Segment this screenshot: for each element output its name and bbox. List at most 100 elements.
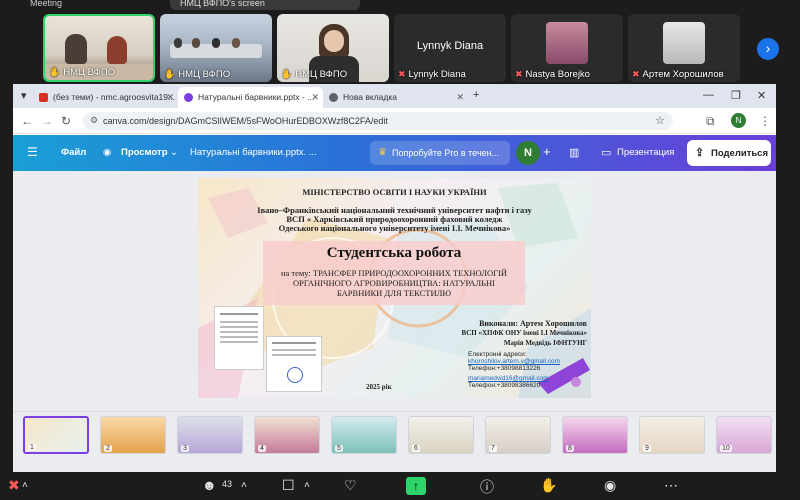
address-bar-row: ← → ↻ ⚙ canva.com/design/DAGmCSlIWEM/5sF…: [13, 108, 776, 134]
chevron-up-icon[interactable]: ˄: [241, 480, 247, 491]
view-menu[interactable]: Просмотр: [121, 147, 168, 158]
tab-canva[interactable]: Натуральні барвники.pptx - ... ✕: [178, 87, 323, 108]
reload-icon[interactable]: ↻: [61, 114, 71, 128]
next-participants-button[interactable]: ›: [757, 38, 779, 60]
participant-name: НМЦ ВФПО: [295, 69, 348, 80]
participant-name: НМЦ ВФПО: [63, 67, 116, 78]
slide-thumbnail[interactable]: 7: [485, 416, 551, 454]
file-menu[interactable]: Файл: [61, 147, 86, 158]
insights-chart-icon[interactable]: ▥: [569, 146, 579, 159]
close-tab-icon[interactable]: ✕: [456, 92, 464, 103]
slide-thumbnail[interactable]: 10: [716, 416, 772, 454]
chevron-down-icon[interactable]: ⌄: [170, 147, 178, 158]
meeting-top-bar: Meeting НМЦ ВФПО's screen: [0, 0, 800, 12]
meeting-title: Meeting: [30, 0, 63, 8]
share-upload-icon: ⇪: [695, 147, 705, 159]
back-icon[interactable]: ←: [21, 114, 33, 128]
chat-icon[interactable]: ☐: [282, 477, 295, 494]
participant-display-name: Lynnyk Diana: [416, 40, 484, 52]
browser-window: ▾ (без теми) - nmc.agroosvita19... ✕ Нат…: [13, 84, 776, 472]
chrome-icon: [329, 93, 338, 102]
close-window-icon[interactable]: ✕: [757, 89, 766, 102]
slide-thumbnail[interactable]: 4: [254, 416, 320, 454]
title-box: Студентська робота на тему: ТРАНСФЕР ПРИ…: [263, 241, 525, 305]
avatar: [546, 22, 588, 64]
email-link[interactable]: mariamedvid16@gmail.com: [468, 375, 549, 382]
authors-line: Виконали: Артем Хорошилов: [479, 319, 587, 328]
tab-bar: ▾ (без теми) - nmc.agroosvita19... ✕ Нат…: [13, 84, 776, 108]
slide-thumbnail[interactable]: 8: [562, 416, 628, 454]
participants-count: 43: [222, 479, 233, 489]
add-collaborator-icon[interactable]: +: [543, 144, 551, 159]
participant-tile-1[interactable]: ✋ НМЦ ВФПО: [43, 14, 155, 82]
participant-name: Nastya Borejko: [525, 69, 590, 80]
close-tab-icon[interactable]: ✕: [311, 92, 319, 103]
canva-icon: [184, 93, 193, 102]
gmail-icon: [39, 93, 48, 102]
design-canvas[interactable]: МІНІСТЕРСТВО ОСВІТИ І НАУКИ УКРАЇНИ Іван…: [13, 171, 776, 411]
forward-icon[interactable]: →: [41, 114, 53, 128]
avatar: [663, 22, 705, 64]
record-icon[interactable]: ◉: [604, 477, 616, 494]
profile-avatar[interactable]: N: [731, 113, 746, 128]
slide-filmstrip: 1 2 3 4 5 6 7 8 9 10: [13, 411, 776, 472]
participant-tile-3[interactable]: ✋ НМЦ ВФПО: [277, 14, 389, 82]
pin-icon: ✋: [164, 69, 176, 79]
share-button[interactable]: ⇪ Поделиться: [687, 140, 771, 166]
document-name[interactable]: Натуральні барвники.pptx. ...: [190, 147, 317, 158]
hamburger-menu-icon[interactable]: ☰: [27, 145, 38, 159]
subtitle-line: на тему: ТРАНСФЕР ПРИРОДООХОРОННИХ ТЕХНО…: [280, 268, 508, 278]
slide-title: Студентська робота: [326, 245, 462, 261]
email-link[interactable]: khoroshilov.artem.v@gmail.com: [468, 358, 560, 365]
chevron-up-icon[interactable]: ˄: [304, 480, 310, 491]
author-organization: ВСП «ХПФК ОНУ імені І.І Мечнікова»: [461, 329, 587, 337]
reactions-heart-icon[interactable]: ♡: [344, 477, 357, 494]
certificate-image: [266, 336, 322, 392]
share-screen-button[interactable]: ↑: [406, 477, 426, 495]
participants-icon[interactable]: ☻: [202, 477, 217, 493]
odesa-line: Одеського національного університету іме…: [278, 223, 511, 233]
chevron-up-icon[interactable]: ˄: [22, 480, 28, 491]
site-info-icon[interactable]: ⚙: [90, 115, 98, 126]
slide-thumbnail[interactable]: 9: [639, 416, 705, 454]
bookmark-star-icon[interactable]: ☆: [655, 114, 665, 127]
mic-muted-icon: ✖: [632, 69, 640, 79]
eye-icon: ◉: [103, 147, 112, 158]
present-icon[interactable]: ▭: [601, 146, 611, 159]
new-tab-icon[interactable]: +: [473, 89, 479, 101]
slide-year: 2025 рік: [366, 383, 392, 391]
slide-thumbnail[interactable]: 5: [331, 416, 397, 454]
user-avatar[interactable]: N: [516, 141, 540, 165]
more-options-icon[interactable]: ⋯: [664, 477, 678, 494]
restore-icon[interactable]: ❐: [731, 89, 741, 102]
mic-muted-icon: ✖: [515, 69, 523, 79]
menu-dots-icon[interactable]: ⋮: [759, 114, 771, 128]
screen-share-banner[interactable]: НМЦ ВФПО's screen: [170, 0, 360, 10]
tab-gmail[interactable]: (без теми) - nmc.agroosvita19... ✕: [33, 87, 178, 108]
try-pro-button[interactable]: ♛ Попробуйте Pro в течен...: [370, 141, 510, 165]
mic-muted-icon[interactable]: ✖: [8, 477, 20, 494]
close-tab-icon[interactable]: ✕: [166, 92, 174, 103]
slide-thumbnail[interactable]: 3: [177, 416, 243, 454]
slide-thumbnail[interactable]: 2: [100, 416, 166, 454]
tab-list-icon[interactable]: ▾: [21, 89, 27, 102]
email-label: Електронні адреси:: [468, 351, 527, 358]
slide-thumbnail[interactable]: 6: [408, 416, 474, 454]
participant-name: Lynnyk Diana: [408, 69, 466, 80]
canva-toolbar: ☰ Файл ◉ Просмотр ⌄ Натуральні барвники.…: [13, 135, 776, 171]
scanned-document-image: [214, 306, 264, 370]
participant-tile-5[interactable]: ✖ Nastya Borejko: [511, 14, 623, 82]
info-icon[interactable]: ⓘ: [480, 477, 494, 497]
minimize-icon[interactable]: —: [703, 89, 714, 101]
slide-1[interactable]: МІНІСТЕРСТВО ОСВІТИ І НАУКИ УКРАЇНИ Іван…: [198, 178, 591, 398]
present-button[interactable]: Презентация: [617, 147, 674, 158]
participant-tile-2[interactable]: ✋ НМЦ ВФПО: [160, 14, 272, 82]
tab-new[interactable]: Нова вкладка ✕: [323, 87, 468, 108]
extensions-icon[interactable]: ⧉: [706, 114, 715, 129]
participant-tile-6[interactable]: ✖ Артем Хорошилов: [628, 14, 740, 82]
hand-raise-icon[interactable]: ✋: [540, 477, 557, 494]
pin-icon: ✋: [49, 67, 61, 77]
slide-thumbnail[interactable]: 1: [23, 416, 89, 454]
url-field[interactable]: ⚙ canva.com/design/DAGmCSlIWEM/5sFWoOHur…: [83, 112, 673, 130]
participant-tile-4[interactable]: Lynnyk Diana ✖ Lynnyk Diana: [394, 14, 506, 82]
